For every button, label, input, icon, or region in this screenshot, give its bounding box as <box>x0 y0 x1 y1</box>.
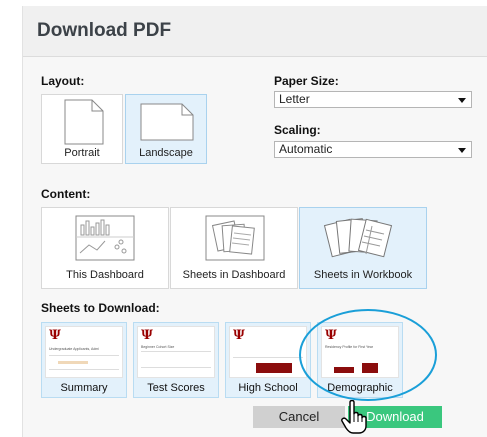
landscape-page-icon <box>140 103 194 141</box>
sheets-in-workbook-icon <box>323 218 393 258</box>
paper-size-label: Paper Size: <box>274 74 339 88</box>
thumbnail-bar <box>334 367 354 373</box>
content-this-dashboard-label: This Dashboard <box>66 269 144 281</box>
content-label: Content: <box>41 187 91 201</box>
dropdown-arrow-icon <box>458 98 466 103</box>
content-sheets-in-workbook-option[interactable]: Sheets in Workbook <box>299 207 427 289</box>
sheet-thumbnail-title: Residency Profile for First Year <box>325 345 374 349</box>
dropdown-arrow-icon <box>458 148 466 153</box>
layout-label: Layout: <box>41 74 85 88</box>
university-logo-icon: Ψ <box>233 328 245 343</box>
download-pdf-dialog: Download PDF Layout: Portrait Landscape … <box>22 6 487 437</box>
content-sheets-in-dashboard-option[interactable]: Sheets in Dashboard <box>170 207 298 289</box>
sheet-test-scores[interactable]: Ψ Beginner Cohort Size Test Scores <box>133 322 219 398</box>
thumbnail-bar <box>256 363 292 373</box>
sheet-test-scores-label: Test Scores <box>147 382 205 394</box>
layout-options: Portrait Landscape <box>41 94 209 164</box>
university-logo-icon: Ψ <box>141 328 153 343</box>
university-logo-icon: Ψ <box>325 328 337 343</box>
thumbnail-bar <box>58 361 88 364</box>
scaling-select[interactable]: Automatic <box>274 141 472 158</box>
cancel-button[interactable]: Cancel <box>253 406 345 428</box>
sheet-thumbnail: Ψ Undergraduate Applicants, Admi <box>45 326 123 378</box>
scaling-value: Automatic <box>279 142 333 156</box>
sheet-thumbnail: Ψ <box>229 326 307 378</box>
sheet-summary-label: Summary <box>60 382 108 394</box>
thumbnail-bar <box>362 363 378 373</box>
content-sheets-in-workbook-label: Sheets in Workbook <box>313 269 413 281</box>
thumbnail-rule <box>233 357 303 358</box>
paper-size-value: Letter <box>279 92 310 106</box>
hand-cursor-icon <box>341 400 367 434</box>
sheets-to-download-label: Sheets to Download: <box>41 301 160 315</box>
sheet-demographic-label: Demographic <box>327 382 393 394</box>
university-logo-icon: Ψ <box>49 328 61 343</box>
paper-size-select[interactable]: Letter <box>274 91 472 108</box>
sheet-thumbnail-title: Beginner Cohort Size <box>141 345 175 349</box>
layout-landscape-option[interactable]: Landscape <box>125 94 207 164</box>
thumbnail-rule <box>141 351 211 352</box>
dialog-title: Download PDF <box>37 20 172 41</box>
dialog-header: Download PDF <box>23 6 487 57</box>
sheet-thumbnail: Ψ Beginner Cohort Size <box>137 326 215 378</box>
layout-portrait-label: Portrait <box>64 147 100 159</box>
layout-portrait-option[interactable]: Portrait <box>41 94 123 164</box>
sheet-thumbnail: Ψ Residency Profile for First Year <box>321 326 399 378</box>
content-options: This Dashboard Sheets in Dashboard Sheet… <box>41 207 431 289</box>
sheet-summary[interactable]: Ψ Undergraduate Applicants, Admi Summary <box>41 322 127 398</box>
content-this-dashboard-option[interactable]: This Dashboard <box>41 207 169 289</box>
dashboard-icon <box>75 215 135 261</box>
portrait-page-icon <box>64 99 104 145</box>
sheet-thumbnail-title: Undergraduate Applicants, Admi <box>49 347 100 351</box>
thumbnail-rule <box>141 367 211 368</box>
content-sheets-in-dashboard-label: Sheets in Dashboard <box>182 269 286 281</box>
sheet-high-school-label: High School <box>238 382 298 394</box>
scaling-label: Scaling: <box>274 123 321 137</box>
thumbnail-rule <box>49 355 119 356</box>
layout-landscape-label: Landscape <box>139 147 193 159</box>
sheet-high-school[interactable]: Ψ High School <box>225 322 311 398</box>
thumbnail-rule <box>49 369 119 370</box>
sheet-demographic[interactable]: Ψ Residency Profile for First Year Demog… <box>317 322 403 398</box>
sheets-in-dashboard-icon <box>205 215 265 261</box>
